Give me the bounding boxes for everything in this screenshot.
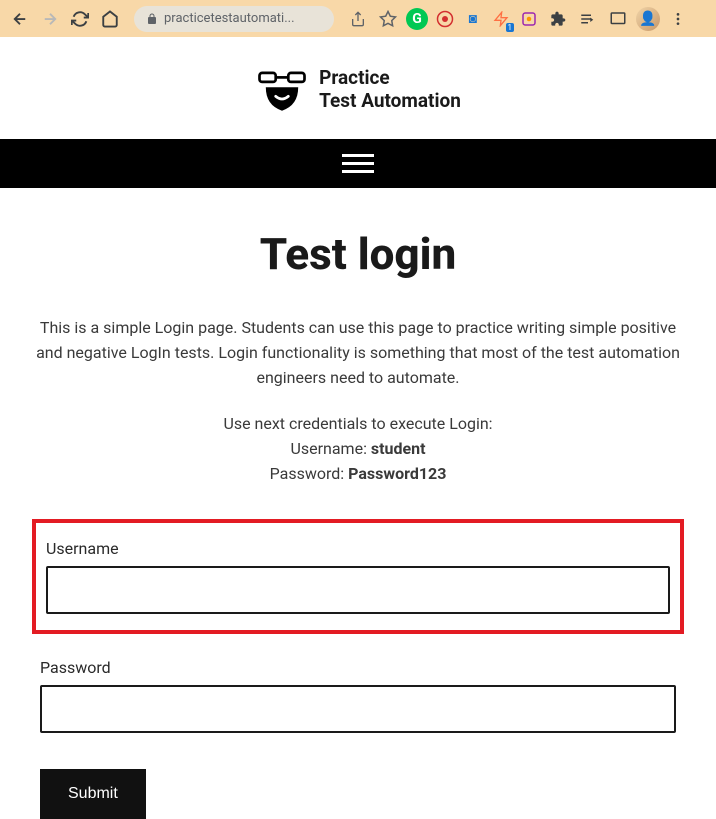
profile-avatar[interactable]: 👤 — [636, 7, 660, 31]
share-button[interactable] — [346, 7, 370, 31]
url-text: practicetestautomati... — [164, 11, 295, 26]
credentials-username: Username: student — [30, 437, 686, 462]
hamburger-menu[interactable] — [342, 154, 374, 173]
password-field-group: Password — [32, 650, 684, 741]
address-bar[interactable]: practicetestautomati... — [134, 6, 334, 32]
nav-bar — [0, 139, 716, 188]
username-field-group: Username — [32, 519, 684, 634]
logo-icon — [255, 65, 309, 115]
devices-icon[interactable] — [606, 7, 630, 31]
site-logo[interactable]: Practice Test Automation — [0, 37, 716, 139]
credentials-password: Password: Password123 — [30, 462, 686, 487]
bookmark-button[interactable] — [376, 7, 400, 31]
extension-icon-1[interactable]: G — [406, 8, 428, 30]
page-title: Test login — [30, 228, 686, 280]
password-label: Password — [40, 658, 676, 677]
submit-button[interactable]: Submit — [40, 769, 146, 819]
page-viewport[interactable]: Practice Test Automation Test login This… — [0, 37, 716, 819]
menu-button[interactable] — [666, 7, 690, 31]
page-description: This is a simple Login page. Students ca… — [30, 316, 686, 390]
extension-icon-2[interactable] — [434, 8, 456, 30]
reload-button[interactable] — [68, 7, 92, 31]
home-button[interactable] — [98, 7, 122, 31]
password-input[interactable] — [40, 685, 676, 733]
extensions-button[interactable] — [546, 7, 570, 31]
username-label: Username — [46, 539, 670, 558]
extension-icon-4[interactable]: 1 — [490, 8, 512, 30]
extension-icon-3[interactable]: ◙ — [462, 8, 484, 30]
logo-text: Practice Test Automation — [319, 67, 461, 113]
credentials-info: Use next credentials to execute Login: U… — [30, 412, 686, 486]
login-form: Username Password Submit — [30, 519, 686, 819]
extension-icon-5[interactable] — [518, 8, 540, 30]
main-content: Test login This is a simple Login page. … — [0, 188, 716, 819]
username-input[interactable] — [46, 566, 670, 614]
back-button[interactable] — [8, 7, 32, 31]
credentials-intro: Use next credentials to execute Login: — [30, 412, 686, 437]
forward-button[interactable] — [38, 7, 62, 31]
playlist-icon[interactable] — [576, 7, 600, 31]
lock-icon — [146, 13, 158, 25]
browser-toolbar: practicetestautomati... G ◙ 1 👤 — [0, 0, 716, 37]
